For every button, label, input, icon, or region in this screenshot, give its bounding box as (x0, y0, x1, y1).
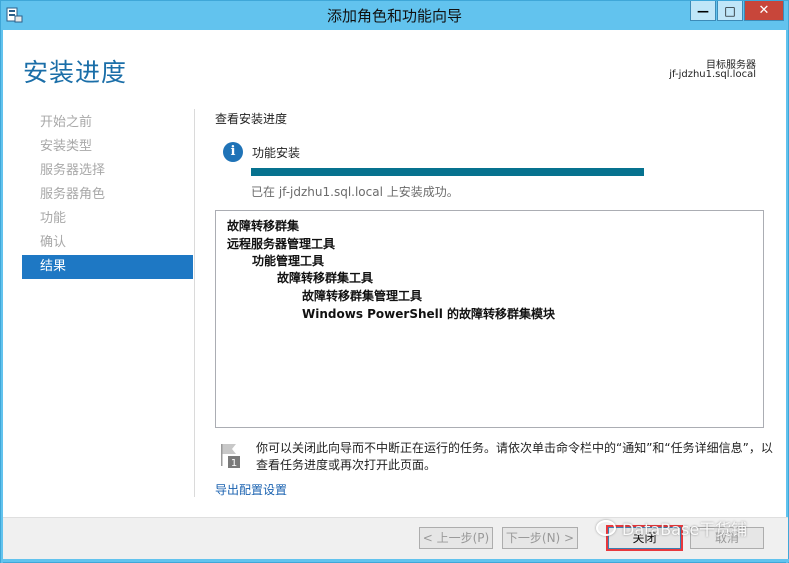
close-window-button[interactable]: ✕ (744, 1, 784, 21)
results-list[interactable]: 故障转移群集 远程服务器管理工具 功能管理工具 故障转移群集工具 故障转移群集管… (215, 210, 764, 428)
install-status-text: 已在 jf-jdzhu1.sql.local 上安装成功。 (251, 185, 459, 199)
watermark-text: DataBase干货铺 (622, 520, 748, 539)
frame-bottom-border (1, 559, 789, 562)
frame-right-border (786, 30, 788, 563)
install-label: 功能安装 (252, 146, 301, 160)
close-note-line-2: 查看任务进度或再次打开此页面。 (256, 458, 437, 472)
list-item: 故障转移群集 (227, 219, 300, 233)
flag-badge-count: 1 (231, 458, 237, 469)
nav-item-server-selection[interactable]: 服务器选择 (22, 159, 193, 183)
previous-button[interactable]: < 上一步(P) (419, 527, 493, 549)
page-title: 安装进度 (23, 58, 128, 87)
close-icon: ✕ (758, 3, 770, 18)
nav-item-installation-type[interactable]: 安装类型 (22, 135, 193, 159)
list-item: Windows PowerShell 的故障转移群集模块 (302, 307, 556, 321)
list-item: 远程服务器管理工具 (227, 237, 336, 251)
nav-item-server-roles[interactable]: 服务器角色 (22, 183, 193, 207)
close-note-text: 你可以关闭此向导而不中断正在运行的任务。请依次单击命令栏中的“通知”和“任务详细… (256, 440, 776, 474)
list-item: 功能管理工具 (252, 254, 325, 268)
minimize-button[interactable]: — (690, 1, 716, 21)
nav-item-features[interactable]: 功能 (22, 207, 193, 231)
nav-item-results[interactable]: 结果 (22, 255, 193, 279)
nav-item-confirmation[interactable]: 确认 (22, 231, 193, 255)
progress-bar (251, 168, 644, 176)
target-server-value: jf-jdzhu1.sql.local (669, 69, 756, 80)
frame-left-border (1, 30, 3, 563)
wechat-icon (596, 520, 616, 536)
nav-divider (194, 109, 195, 497)
maximize-icon: □ (724, 3, 736, 18)
export-settings-link[interactable]: 导出配置设置 (215, 481, 287, 498)
watermark: DataBase干货铺 (596, 516, 747, 540)
maximize-button[interactable]: □ (717, 1, 743, 21)
nav-item-before-you-begin[interactable]: 开始之前 (22, 111, 193, 135)
window-title: 添加角色和功能向导 (326, 7, 462, 25)
progress-fill (251, 168, 644, 176)
list-item: 故障转移群集工具 (277, 271, 374, 285)
minimize-icon: — (697, 3, 709, 18)
close-note-line-1: 你可以关闭此向导而不中断正在运行的任务。请依次单击命令栏中的“通知”和“任务详细… (256, 441, 773, 455)
title-bar[interactable]: 添加角色和功能向导 — □ ✕ (1, 1, 788, 30)
wizard-nav: 开始之前 安装类型 服务器选择 服务器角色 功能 确认 结果 (22, 111, 193, 279)
notification-flag-icon: 1 (218, 441, 242, 469)
next-button[interactable]: 下一步(N) > (502, 527, 578, 549)
wizard-window: 添加角色和功能向导 — □ ✕ 安装进度 目标服务器 jf-jdzhu1.sql… (0, 0, 789, 563)
info-icon: i (223, 142, 243, 162)
section-header: 查看安装进度 (215, 112, 288, 126)
list-item: 故障转移群集管理工具 (302, 289, 423, 303)
